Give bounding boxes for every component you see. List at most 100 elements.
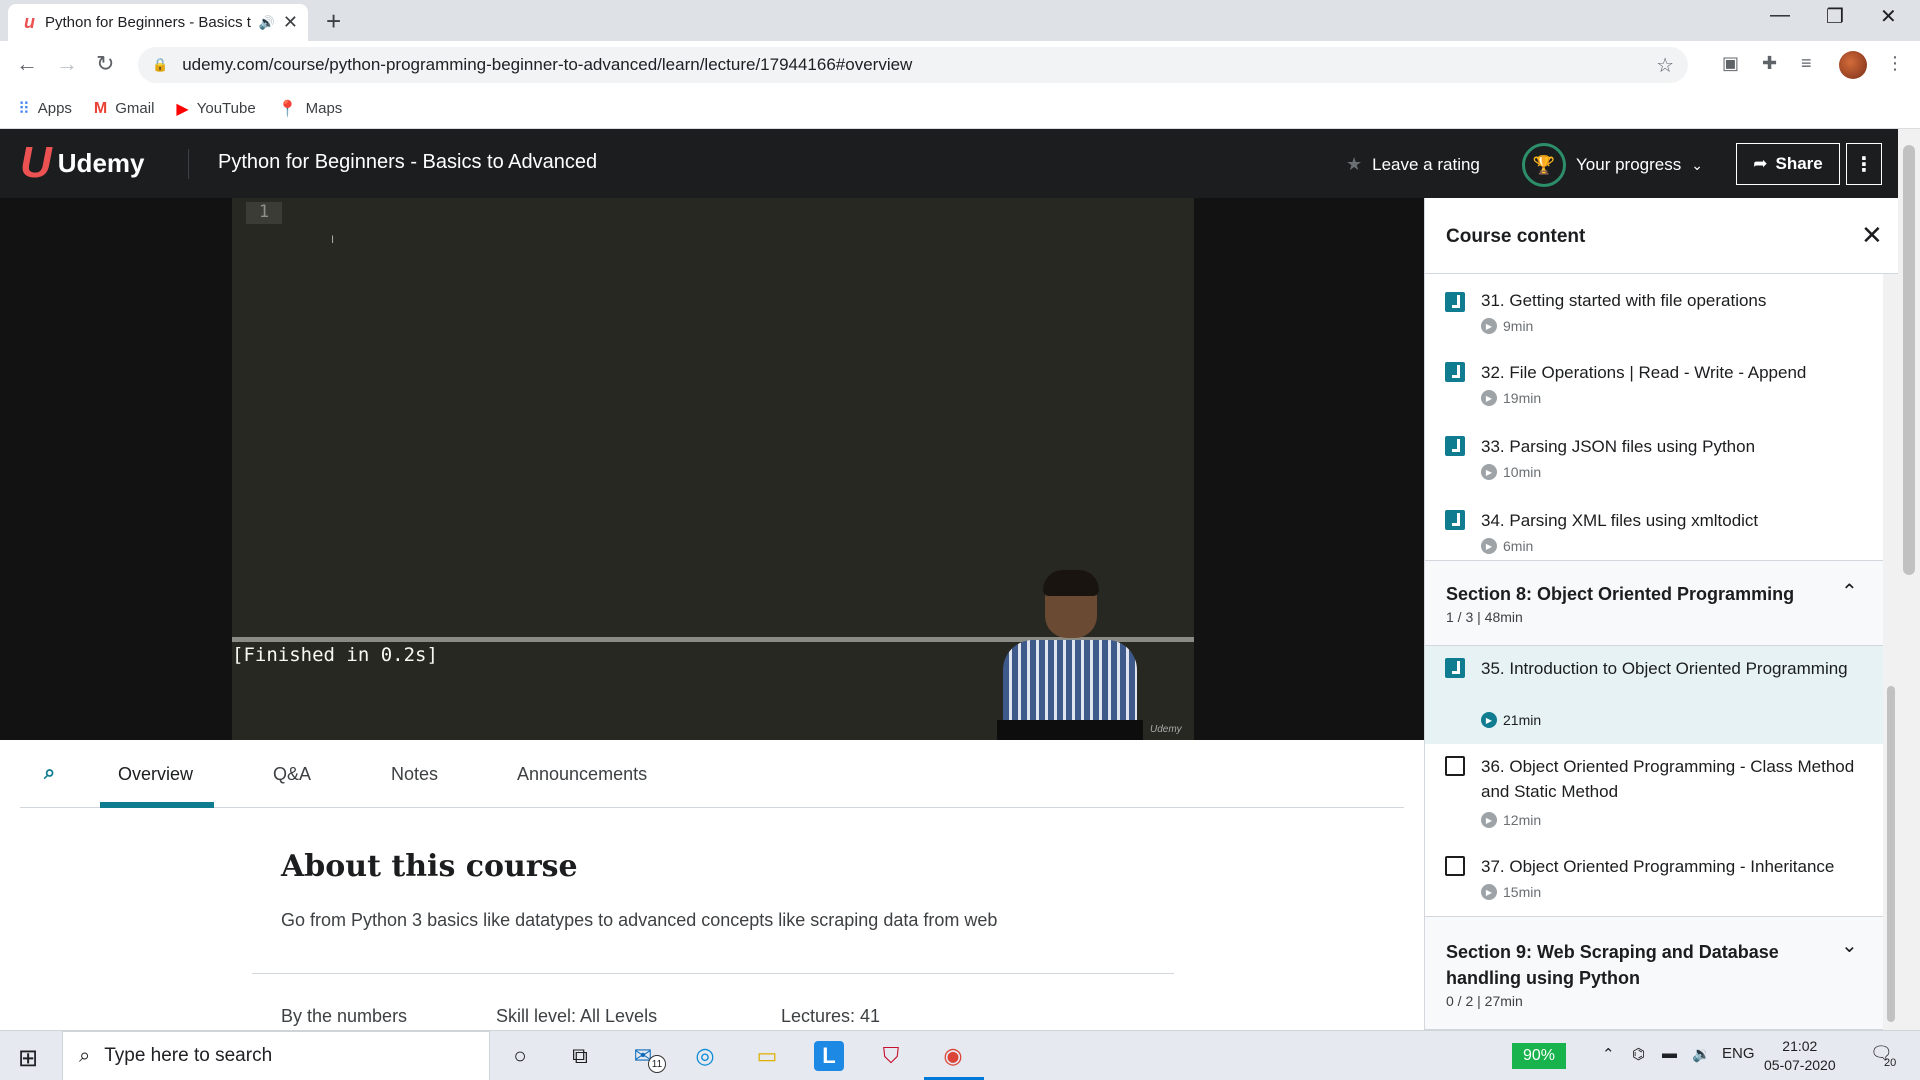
youtube-icon: ▶ (176, 100, 189, 118)
close-window-icon[interactable]: ✕ (1880, 4, 1897, 29)
lecture-item-current[interactable]: 35. Introduction to Object Oriented Prog… (1425, 646, 1883, 744)
lecture-item[interactable]: 34. Parsing XML files using xmltodict ▶ 6… (1425, 496, 1883, 570)
profile-avatar[interactable] (1839, 51, 1867, 79)
play-circle-icon: ▶ (1481, 812, 1497, 828)
duration-text: 6min (1503, 538, 1534, 554)
tab-overview[interactable]: Overview (118, 764, 193, 785)
lecture-checkbox[interactable] (1445, 362, 1465, 382)
video-player[interactable]: 1 I [Finished in 0.2s] Udemy (0, 198, 1424, 740)
mcafee-shield-icon[interactable]: ⛉ (876, 1041, 906, 1071)
play-circle-icon: ▶ (1481, 318, 1497, 334)
launcher-l-icon[interactable]: L (814, 1041, 844, 1071)
back-icon[interactable]: ← (16, 51, 38, 77)
language-indicator[interactable]: ENG (1722, 1045, 1755, 1062)
bookmarks-bar: ⠿ Apps M Gmail ▶ YouTube 📍 Maps (0, 89, 1920, 129)
reload-icon[interactable]: ↻ (96, 51, 114, 77)
bookmark-gmail[interactable]: M Gmail (94, 100, 155, 118)
lecture-checkbox[interactable] (1445, 510, 1465, 530)
line-number: 1 (246, 202, 282, 224)
share-button[interactable]: ➦ Share (1736, 143, 1840, 185)
your-progress-button[interactable]: 🏆 Your progress ⌄ (1522, 143, 1703, 187)
tab-qa[interactable]: Q&A (273, 764, 311, 785)
lecture-checkbox[interactable] (1445, 756, 1465, 776)
bookmark-label: YouTube (196, 100, 256, 117)
task-view-icon[interactable]: ⧉ (565, 1041, 595, 1071)
bookmark-youtube[interactable]: ▶ YouTube (176, 99, 255, 119)
chrome-icon[interactable]: ◉ (938, 1041, 968, 1071)
text-cursor-icon: I (331, 234, 335, 246)
lectures-count: Lectures: 41 (781, 1006, 881, 1026)
lecture-title: 36. Object Oriented Programming - Class … (1481, 757, 1855, 801)
lecture-checkbox[interactable] (1445, 856, 1465, 876)
play-circle-icon: ▶ (1481, 538, 1497, 554)
more-options-button[interactable]: ⋮ (1846, 143, 1882, 185)
trophy-icon: 🏆 (1522, 143, 1566, 187)
volume-icon[interactable]: 🔉 (1692, 1045, 1711, 1063)
media-control-icon[interactable]: ≡ (1801, 53, 1812, 74)
tab-title: Python for Beginners - Basics to Advance… (45, 14, 251, 31)
taskbar-search-box[interactable]: ⌕ Type here to search (62, 1031, 490, 1080)
browser-tab-strip: u Python for Beginners - Basics to Advan… (0, 0, 1920, 41)
page-scrollbar-thumb[interactable] (1903, 145, 1915, 575)
close-tab-icon[interactable]: ✕ (283, 12, 298, 33)
tab-notes[interactable]: Notes (391, 764, 438, 785)
lecture-item[interactable]: 36. Object Oriented Programming - Class … (1425, 744, 1883, 842)
lock-icon[interactable]: 🔒 (152, 57, 168, 73)
star-icon: ★ (1346, 154, 1363, 174)
course-content-sidebar: Course content ✕ 31. Getting started wit… (1424, 198, 1898, 1030)
leave-rating-button[interactable]: ★ Leave a rating (1346, 154, 1480, 175)
duration-text: 9min (1503, 318, 1534, 334)
lecture-title: 31. Getting started with file operations (1481, 291, 1767, 310)
tab-announcements[interactable]: Announcements (517, 764, 647, 785)
battery-icon[interactable]: ▬ (1662, 1045, 1677, 1062)
chevron-up-icon[interactable]: ⌃ (1841, 579, 1858, 604)
console-output: [Finished in 0.2s] (232, 644, 438, 666)
windows-start-icon[interactable]: ⊞ (18, 1044, 38, 1073)
presenter-laptop (997, 720, 1143, 740)
duration-text: 19min (1503, 390, 1542, 406)
bookmark-label: Gmail (115, 100, 155, 117)
lecture-title: 35. Introduction to Object Oriented Prog… (1481, 659, 1848, 678)
extensions-icon[interactable]: ✚ (1762, 53, 1777, 74)
lecture-checkbox[interactable] (1445, 658, 1465, 678)
lecture-item[interactable]: 31. Getting started with file operations… (1425, 274, 1883, 348)
chrome-menu-icon[interactable]: ⋮ (1886, 53, 1904, 74)
search-icon[interactable]: ⌕ (44, 762, 55, 785)
lecture-item[interactable]: 37. Object Oriented Programming - Inheri… (1425, 842, 1883, 916)
file-explorer-icon[interactable]: ▭ (752, 1041, 782, 1071)
browser-tab[interactable]: u Python for Beginners - Basics to Advan… (8, 4, 308, 41)
chevron-down-icon[interactable]: ⌄ (1841, 933, 1858, 958)
divider (252, 973, 1174, 974)
lecture-checkbox[interactable] (1445, 292, 1465, 312)
edge-icon[interactable]: ◎ (690, 1041, 720, 1071)
restore-icon[interactable]: ❐ (1826, 4, 1844, 29)
lecture-item[interactable]: 32. File Operations | Read - Write - App… (1425, 348, 1883, 422)
sidebar-scrollbar-thumb[interactable] (1887, 686, 1895, 1022)
battery-indicator[interactable]: 90% (1512, 1043, 1566, 1069)
new-tab-button[interactable]: + (326, 6, 341, 37)
course-title[interactable]: Python for Beginners - Basics to Advance… (218, 151, 597, 174)
address-bar[interactable]: 🔒 udemy.com/course/python-programming-be… (138, 47, 1688, 83)
bookmark-apps[interactable]: ⠿ Apps (18, 99, 72, 119)
section-header[interactable]: Section 8: Object Oriented Programming 1… (1425, 560, 1883, 646)
close-sidebar-icon[interactable]: ✕ (1861, 220, 1883, 251)
forward-icon[interactable]: → (56, 51, 78, 77)
udemy-header: U Udemy Python for Beginners - Basics to… (0, 129, 1898, 198)
cortana-icon[interactable]: ○ (505, 1041, 535, 1071)
gmail-icon: M (93, 99, 108, 117)
your-progress-label: Your progress (1576, 155, 1682, 174)
bookmark-maps[interactable]: 📍 Maps (278, 99, 343, 119)
section-header[interactable]: Section 9: Web Scraping and Database han… (1425, 916, 1883, 1030)
audio-playing-icon[interactable]: 🔊 (259, 15, 275, 31)
show-hidden-icons-icon[interactable]: ⌃ (1602, 1045, 1615, 1063)
bookmark-star-icon[interactable]: ☆ (1656, 53, 1674, 78)
browser-toolbar: ← → ↻ 🔒 udemy.com/course/python-programm… (0, 41, 1920, 89)
udemy-logo[interactable]: U Udemy (20, 141, 144, 185)
lecture-item[interactable]: 33. Parsing JSON files using Python ▶ 10m… (1425, 422, 1883, 496)
pocket-icon[interactable]: ▣ (1722, 53, 1739, 74)
clock[interactable]: 21:02 05-07-2020 (1764, 1037, 1836, 1075)
network-icon[interactable]: ⌬ (1632, 1045, 1645, 1063)
minimize-icon[interactable]: — (1770, 4, 1790, 27)
lecture-checkbox[interactable] (1445, 436, 1465, 456)
share-label: Share (1775, 154, 1823, 173)
